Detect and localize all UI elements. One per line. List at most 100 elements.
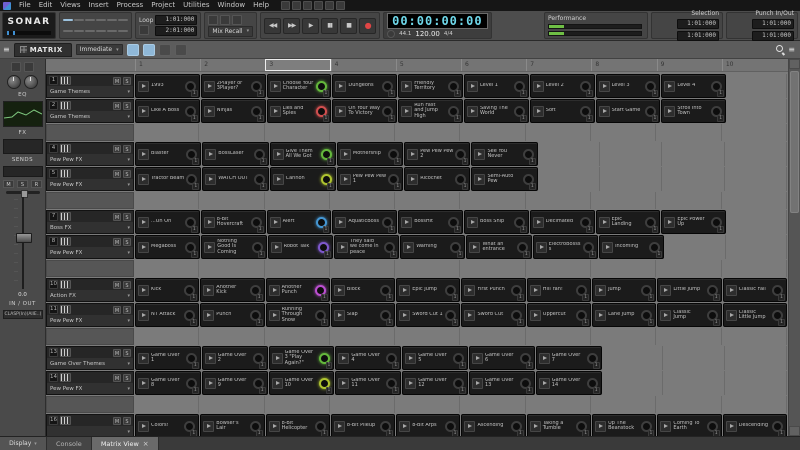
eq-display[interactable] [3, 101, 43, 127]
matrix-empty-slot[interactable] [592, 192, 656, 209]
snap-icon[interactable] [208, 15, 218, 25]
matrix-cell[interactable]: Game Over 111 [335, 371, 401, 395]
track-solo-button[interactable]: S [123, 170, 131, 178]
track-mute-button[interactable]: M [113, 306, 121, 314]
cell-play-button[interactable] [138, 421, 149, 432]
matrix-cell[interactable]: Game Over 101 [269, 371, 335, 395]
cell-play-button[interactable] [340, 149, 351, 160]
matrix-empty-slot[interactable] [657, 124, 721, 141]
track-solo-button[interactable]: S [123, 238, 131, 246]
pan-knob[interactable] [24, 75, 38, 89]
matrix-cell[interactable]: First Punch1 [461, 278, 525, 302]
matrix-cell[interactable]: ElectroBossss1 [533, 235, 598, 259]
toolbar-icon[interactable] [303, 1, 312, 10]
matrix-cell[interactable]: Tractor Beam1 [135, 167, 201, 191]
matrix-empty-slot[interactable] [266, 260, 330, 277]
cell-play-button[interactable] [726, 285, 737, 296]
loop-end-time[interactable]: 2:01:000 [155, 26, 197, 36]
matrix-empty-slot[interactable] [461, 192, 525, 209]
column-header-5[interactable]: 5 [396, 59, 461, 71]
input-output-value[interactable]: CLASP(In)(AllE..) [3, 310, 43, 319]
cell-play-button[interactable] [337, 242, 348, 253]
cell-play-button[interactable] [464, 421, 475, 432]
track-mute-button[interactable]: M [113, 102, 121, 110]
matrix-empty-slot[interactable] [657, 396, 721, 413]
cell-play-button[interactable] [530, 285, 541, 296]
column-header-7[interactable]: 7 [526, 59, 591, 71]
cell-play-button[interactable] [205, 378, 216, 389]
meter-value[interactable]: 4/4 [444, 31, 453, 37]
cell-play-button[interactable] [602, 242, 613, 253]
matrix-empty-slot[interactable] [657, 260, 721, 277]
cell-play-button[interactable] [138, 242, 149, 253]
cell-play-button[interactable] [205, 149, 216, 160]
track-mute-button[interactable]: M [113, 281, 121, 289]
cell-play-button[interactable] [271, 242, 282, 253]
cell-play-button[interactable] [138, 217, 149, 228]
cell-play-button[interactable] [530, 421, 541, 432]
matrix-cell[interactable]: NT Attack1 [135, 303, 199, 327]
cell-play-button[interactable] [539, 378, 550, 389]
column-header-1[interactable]: 1 [135, 59, 200, 71]
matrix-empty-slot[interactable] [603, 371, 664, 395]
scroll-down-arrow[interactable] [789, 426, 800, 436]
cell-play-button[interactable] [399, 421, 410, 432]
selection-start-time[interactable]: 1:01:000 [677, 19, 719, 29]
matrix-empty-slot[interactable] [723, 260, 787, 277]
time-display[interactable]: 00:00:00:00 [387, 13, 487, 29]
cell-play-button[interactable] [472, 353, 483, 364]
cell-play-button[interactable] [204, 106, 215, 117]
menu-item-utilities[interactable]: Utilities [179, 0, 213, 11]
matrix-cell[interactable]: Warning1 [400, 235, 465, 259]
menu-item-views[interactable]: Views [56, 0, 84, 11]
cell-play-button[interactable] [138, 285, 149, 296]
menu-item-file[interactable]: File [15, 0, 35, 11]
follow-transport-button[interactable] [127, 44, 139, 56]
matrix-cell[interactable]: Slap1 [331, 303, 395, 327]
cell-play-button[interactable] [407, 174, 418, 185]
matrix-empty-slot[interactable] [527, 396, 591, 413]
track-header[interactable]: 13MSGame Over Themes▾ [46, 346, 134, 370]
cell-play-button[interactable] [401, 81, 412, 92]
vertical-scrollbar[interactable] [788, 59, 800, 436]
cell-play-button[interactable] [269, 310, 280, 321]
track-header[interactable]: 7MSBoss FX▾ [46, 210, 134, 234]
matrix-empty-slot[interactable] [266, 124, 330, 141]
menu-item-window[interactable]: Window [214, 0, 250, 11]
cell-play-button[interactable] [203, 310, 214, 321]
select-tool-button[interactable] [74, 19, 84, 21]
matrix-cell[interactable]: Incoming1 [599, 235, 664, 259]
track-mute-button[interactable]: M [113, 145, 121, 153]
matrix-cell[interactable]: Uppercut1 [527, 303, 591, 327]
snap-grid-button[interactable] [96, 30, 106, 32]
menu-item-help[interactable]: Help [249, 0, 273, 11]
cell-play-button[interactable] [203, 421, 214, 432]
matrix-empty-slot[interactable] [135, 328, 199, 345]
matrix-empty-slot[interactable] [527, 328, 591, 345]
track-mute-button[interactable]: M [113, 374, 121, 382]
loop-icon[interactable] [139, 25, 149, 35]
matrix-empty-slot[interactable] [657, 328, 721, 345]
matrix-empty-slot[interactable] [592, 396, 656, 413]
cell-play-button[interactable] [138, 353, 149, 364]
timing-tool-button[interactable] [118, 19, 128, 21]
cell-play-button[interactable] [595, 421, 606, 432]
matrix-empty-slot[interactable] [135, 260, 199, 277]
matrix-empty-slot[interactable] [726, 346, 787, 370]
menu-item-process[interactable]: Process [113, 0, 148, 11]
cell-play-button[interactable] [403, 242, 414, 253]
tab-matrix-view[interactable]: Matrix View× [92, 437, 159, 450]
matrix-empty-slot[interactable] [527, 192, 591, 209]
track-mute-button[interactable]: M [113, 213, 121, 221]
cell-play-button[interactable] [205, 174, 216, 185]
matrix-empty-slot[interactable] [723, 396, 787, 413]
gain-knob[interactable] [7, 75, 21, 89]
cell-play-button[interactable] [405, 378, 416, 389]
matrix-cell[interactable]: Kick1 [135, 278, 199, 302]
cell-play-button[interactable] [464, 310, 475, 321]
toolbar-icon[interactable] [292, 1, 301, 10]
matrix-cell[interactable]: 2Player or 3Player?1 [201, 74, 266, 98]
cell-play-button[interactable] [138, 106, 149, 117]
matrix-cell[interactable]: Running Through Snow1 [266, 303, 330, 327]
track-solo-button[interactable]: S [123, 374, 131, 382]
